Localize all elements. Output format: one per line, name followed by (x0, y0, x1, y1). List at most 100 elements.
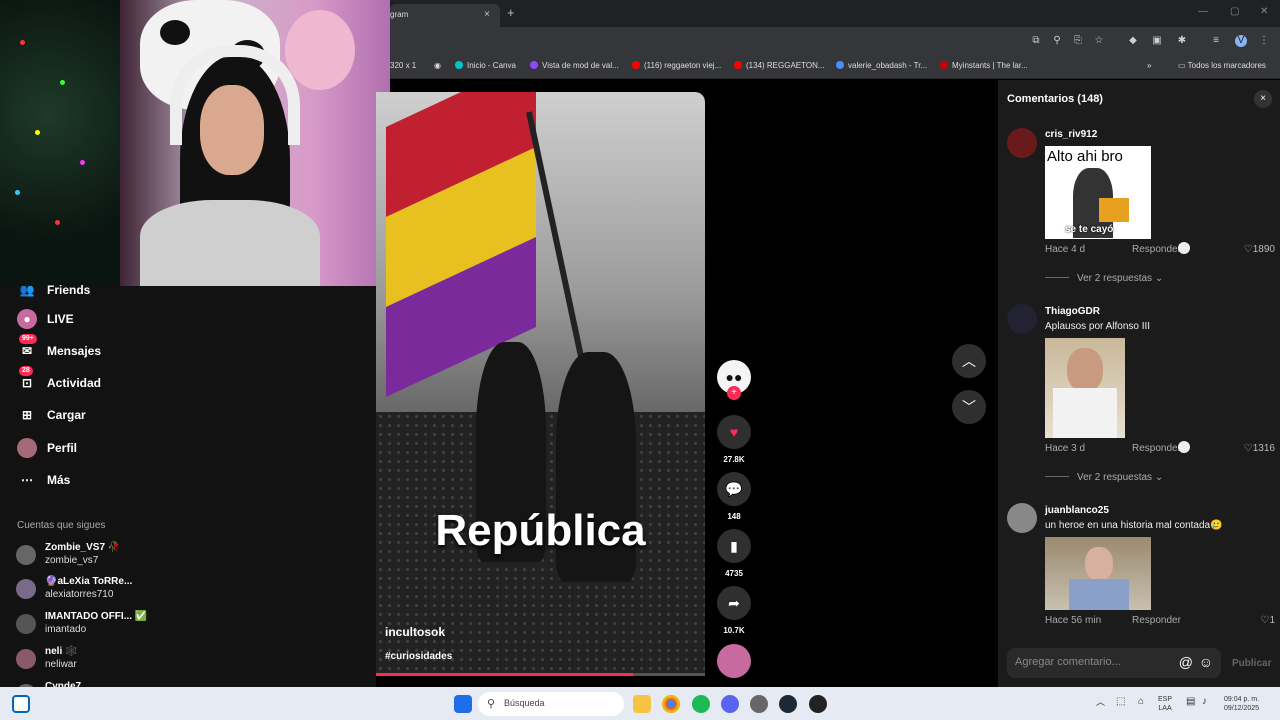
avatar[interactable] (1007, 128, 1037, 158)
avatar (16, 545, 36, 565)
zoom-icon[interactable]: ⚲ (1051, 35, 1063, 47)
sidebar-item-profile[interactable]: Perfil (17, 438, 77, 458)
comment-photo-image[interactable] (1045, 537, 1151, 610)
sidebar-item-friends[interactable]: 👥 Friends (17, 280, 91, 300)
reply-button[interactable]: Responder (1132, 244, 1181, 255)
menu-icon[interactable]: ⋮ (1258, 35, 1270, 47)
video-hashtag[interactable]: #curiosidades (385, 651, 452, 662)
comment-like-button[interactable]: ♡1890 (1244, 244, 1275, 255)
mention-icon[interactable]: @ (1179, 654, 1193, 670)
follow-plus-icon[interactable]: + (727, 386, 741, 400)
bookmark-item[interactable]: Myinstants | The lar... (940, 61, 1028, 70)
browser-tab[interactable]: gram × (390, 4, 500, 27)
minimize-icon[interactable]: — (1198, 6, 1208, 17)
new-tab-button[interactable]: + (507, 5, 515, 20)
clock[interactable]: 09:04 p. m. 09/12/2025 (1224, 695, 1259, 713)
video-author[interactable]: incultosok (385, 625, 445, 639)
discord-icon[interactable] (721, 695, 739, 713)
publish-button[interactable]: Publicar (1232, 658, 1271, 669)
following-item[interactable]: 🔮aLeXia ToRRe... alexiatorres710 (16, 576, 216, 604)
video-player[interactable]: República incultosok #curiosidades (376, 92, 705, 676)
comment-photo-image[interactable] (1045, 338, 1125, 438)
extension-icon[interactable]: ◆ (1127, 35, 1139, 47)
bookmark-item[interactable]: Inicio - Canva (455, 61, 516, 70)
share-button[interactable]: ➦ 10.7K (717, 586, 751, 635)
close-icon[interactable]: × (1254, 90, 1272, 108)
taskbar-search[interactable]: ⚲ Búsqueda (478, 692, 624, 716)
spotify-icon[interactable] (692, 695, 710, 713)
comment-like-button[interactable]: ♡1316 (1244, 443, 1275, 454)
extension-2-icon[interactable]: ▣ (1151, 35, 1163, 47)
screenshot-icon[interactable]: ⎘ (1072, 35, 1084, 47)
tab-close-icon[interactable]: × (484, 9, 490, 20)
sidebar-item-live[interactable]: ● LIVE (17, 309, 74, 329)
save-button[interactable]: ▮ 4735 (717, 529, 751, 578)
all-bookmarks-button[interactable]: ▭ Todos los marcadores (1178, 61, 1266, 70)
translate-icon[interactable]: ⧉ (1030, 35, 1042, 47)
following-item[interactable]: neli 🕸️ neliwar (16, 646, 216, 674)
messages-icon: ✉ 99+ (17, 334, 37, 361)
bookmark-item[interactable]: (134) REGGAETON... (734, 61, 825, 70)
previous-video-button[interactable]: ︿ (952, 344, 986, 378)
comment-input[interactable]: Agregar comentario... @ ☺ (1007, 648, 1221, 678)
view-replies-button[interactable]: Ver 2 respuestas ⌄ (1045, 472, 1163, 483)
comment-time: Hace 56 min (1045, 615, 1102, 626)
task-view-icon[interactable] (12, 695, 30, 713)
tray-chevron-up-icon[interactable]: ︿ (1096, 698, 1105, 707)
bookmark-star-icon[interactable]: ☆ (1093, 35, 1105, 47)
github-icon[interactable]: ◉ (434, 61, 441, 70)
comment-button[interactable]: 💬 148 (717, 472, 751, 521)
following-item[interactable]: Zombie_VS7 🥀 zombie_vs7 (16, 542, 216, 570)
comment-username[interactable]: cris_riv912 (1045, 129, 1097, 140)
obs-icon[interactable] (809, 695, 827, 713)
sidebar: 👥 Friends ● LIVE ✉ 99+ Mensajes ⊡ 28 Actividad… (0, 283, 376, 704)
profile-avatar-icon[interactable]: V (1235, 35, 1247, 47)
steam-icon[interactable] (779, 695, 797, 713)
media-icon[interactable]: ≡ (1210, 35, 1222, 47)
comment-like-button[interactable]: ♡1 (1260, 615, 1275, 626)
chrome-icon[interactable] (662, 695, 680, 713)
puzzle-icon[interactable]: ✱ (1176, 35, 1188, 47)
avatar[interactable] (1007, 304, 1037, 334)
avatar (16, 579, 36, 599)
comment-icon: 💬 (717, 472, 751, 506)
comment-count: 148 (727, 512, 741, 521)
windows-start-icon[interactable] (454, 695, 472, 713)
view-replies-button[interactable]: Ver 2 respuestas ⌄ (1045, 273, 1163, 284)
file-explorer-icon[interactable] (633, 695, 651, 713)
volume-icon[interactable]: ♪ (1202, 697, 1207, 707)
close-window-icon[interactable]: ✕ (1260, 6, 1268, 17)
folder-icon: ▭ (1178, 61, 1188, 70)
next-video-button[interactable]: ﹀ (952, 390, 986, 424)
bookmark-item[interactable]: (116) reggaeton viej... (632, 61, 721, 70)
youtube-icon (632, 61, 640, 69)
comment-meta: Hace 3 d Responder ♡1316 (1045, 441, 1275, 457)
comment-username[interactable]: juanblanco25 (1045, 505, 1109, 516)
like-button[interactable]: ♥ 27.8K (717, 415, 751, 464)
tray-app-icon[interactable]: ⌂ (1138, 697, 1144, 707)
settings-gear-icon[interactable] (750, 695, 768, 713)
reply-button[interactable]: Responder (1132, 443, 1181, 454)
comment-username[interactable]: ThiagoGDR (1045, 306, 1100, 317)
more-bookmarks-button[interactable]: » (1147, 61, 1151, 70)
avatar (16, 649, 36, 669)
sidebar-item-activity[interactable]: ⊡ 28 Actividad (17, 366, 101, 393)
bookmark-item[interactable]: valerie_obadash - Tr... (836, 61, 927, 70)
sound-disc-button[interactable] (717, 644, 751, 678)
language-indicator[interactable]: ESP LAA (1158, 695, 1172, 713)
avatar[interactable] (1007, 503, 1037, 533)
bookmark-item[interactable]: Vista de mod de val... (530, 61, 619, 70)
network-icon[interactable]: ▤ (1186, 697, 1195, 707)
sidebar-item-upload[interactable]: ⊞ Cargar (17, 405, 86, 425)
reply-button[interactable]: Responder (1132, 615, 1181, 626)
comment-text: Aplausos por Alfonso III (1045, 321, 1151, 332)
comment-meme-image[interactable]: Alto ahi bro se te cayó (1045, 146, 1151, 239)
tray-app-icon[interactable]: ⬚ (1116, 697, 1125, 707)
maximize-icon[interactable]: ▢ (1230, 6, 1239, 17)
sidebar-item-more[interactable]: ⋯ Más (17, 470, 70, 490)
video-progress-bar[interactable] (376, 673, 705, 676)
emoji-icon[interactable]: ☺ (1199, 654, 1213, 670)
sidebar-item-messages[interactable]: ✉ 99+ Mensajes (17, 334, 101, 361)
author-avatar-button[interactable]: ●● + (717, 360, 751, 400)
following-item[interactable]: IMANTADO OFFI... ✅ imantado (16, 611, 216, 639)
